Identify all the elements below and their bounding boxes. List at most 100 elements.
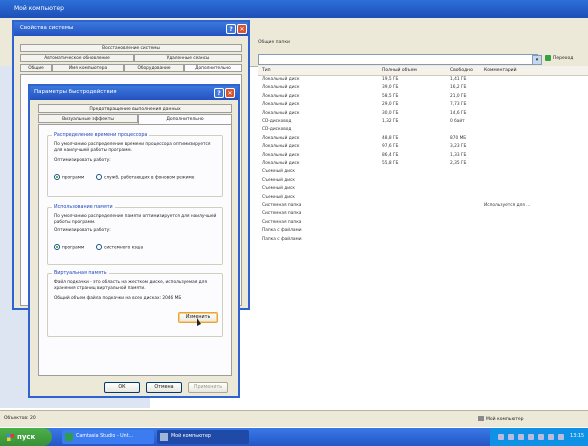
- table-row[interactable]: Локальный диск 48,8 ГБ 870 МБ: [258, 135, 588, 143]
- radio-selected-icon: [54, 244, 60, 250]
- table-cell-type: Папка с файлами: [262, 228, 302, 234]
- table-row[interactable]: Съемный диск: [258, 168, 588, 176]
- table-cell-total: 48,8 ГБ: [382, 135, 399, 141]
- tab-data-execution-prevention[interactable]: Предотвращение выполнения данных: [38, 104, 232, 113]
- toolbar-shared-folders-button[interactable]: Общие папки: [258, 40, 290, 45]
- tab-visual-effects[interactable]: Визуальные эффекты: [38, 114, 138, 123]
- go-arrow-icon: [545, 54, 551, 61]
- cpu-radio-background-services[interactable]: служб, работающих в фоновом режиме: [96, 174, 194, 182]
- table-row[interactable]: Локальный диск 86,4 ГБ 1,33 ГБ: [258, 152, 588, 160]
- column-free[interactable]: Свободно: [450, 66, 473, 75]
- address-dropdown-button[interactable]: ▾: [532, 55, 542, 65]
- table-row[interactable]: Локальный диск 19,5 ГБ 1,41 ГБ: [258, 76, 588, 84]
- tray-icon[interactable]: [538, 434, 544, 440]
- memory-radio-programs-label: программ: [62, 245, 85, 251]
- table-cell-type: Съемный диск: [262, 194, 296, 200]
- table-row[interactable]: CD-дисковод: [258, 126, 588, 134]
- table-cell-type: Съемный диск: [262, 186, 296, 192]
- tab-remote-sessions[interactable]: Удаленные сеансы: [134, 54, 242, 62]
- close-button[interactable]: ✕: [225, 88, 235, 98]
- table-cell-total: 97,6 ГБ: [382, 144, 399, 150]
- cancel-button[interactable]: Отмена: [146, 382, 182, 393]
- tray-icon[interactable]: [548, 434, 554, 440]
- cpu-optimize-label: Оптимизировать работу:: [54, 158, 111, 163]
- memory-radio-system-cache[interactable]: системного кэша: [96, 244, 143, 252]
- address-input[interactable]: [258, 54, 538, 65]
- table-cell-free: 7,73 ГБ: [450, 102, 467, 108]
- explorer-title: Мой компьютер: [14, 5, 64, 12]
- cpu-radio-programs-label: программ: [62, 175, 85, 181]
- cpu-radio-programs[interactable]: программ: [54, 174, 84, 182]
- table-cell-free: 3,23 ГБ: [450, 144, 467, 150]
- table-cell-type: Системная папка: [262, 219, 302, 225]
- cpu-radio-services-label: служб, работающих в фоновом режиме: [104, 175, 195, 181]
- table-cell-free: 16,2 ГБ: [450, 85, 467, 91]
- table-row[interactable]: CD-дисковод 1,32 ГБ 0 байт: [258, 118, 588, 126]
- table-row[interactable]: Съемный диск: [258, 185, 588, 193]
- mouse-cursor-icon: [197, 318, 201, 326]
- goto-button[interactable]: Переход: [545, 54, 581, 63]
- column-type[interactable]: Тип: [262, 66, 271, 75]
- memory-group-title: Использование памяти: [52, 204, 115, 211]
- table-cell-type: Папка с файлами: [262, 236, 302, 242]
- table-cell-total: 30,0 ГБ: [382, 110, 399, 116]
- table-row[interactable]: Локальный диск 55,8 ГБ 2,35 ГБ: [258, 160, 588, 168]
- radio-selected-icon: [54, 174, 60, 180]
- tray-icon[interactable]: [518, 434, 524, 440]
- tab-computer-name[interactable]: Имя компьютера: [52, 64, 124, 72]
- table-cell-free: 0 байт: [450, 119, 465, 124]
- radio-icon: [96, 174, 102, 180]
- windows-logo-icon: [7, 433, 14, 441]
- table-row[interactable]: Системная папка Используется для ...: [258, 202, 588, 210]
- ok-button[interactable]: ОК: [104, 382, 140, 393]
- clock[interactable]: 13:15: [570, 428, 584, 446]
- table-row[interactable]: Съемный диск: [258, 177, 588, 185]
- tab-general[interactable]: Общие: [20, 64, 52, 72]
- table-row[interactable]: Локальный диск 30,0 ГБ 14,6 ГБ: [258, 110, 588, 118]
- paging-file-total: Общий объем файла подкачки на всех диска…: [54, 296, 182, 301]
- table-cell-total: 86,4 ГБ: [382, 152, 399, 158]
- table-row[interactable]: Съемный диск: [258, 194, 588, 202]
- table-cell-free: 2,35 ГБ: [450, 161, 467, 166]
- table-row[interactable]: Системная папка: [258, 210, 588, 218]
- tray-icon[interactable]: [498, 434, 504, 440]
- help-button[interactable]: ?: [214, 88, 224, 98]
- tray-icon[interactable]: [558, 434, 564, 440]
- table-cell-type: Локальный диск: [262, 110, 300, 116]
- memory-radio-cache-label: системного кэша: [104, 245, 144, 251]
- table-row[interactable]: Локальный диск 58,5 ГБ 21,0 ГБ: [258, 93, 588, 101]
- table-row[interactable]: Локальный диск 97,6 ГБ 3,23 ГБ: [258, 143, 588, 151]
- start-button[interactable]: пуск: [0, 428, 52, 446]
- tab-system-restore[interactable]: Восстановление системы: [20, 44, 242, 52]
- close-button[interactable]: ✕: [237, 24, 247, 34]
- help-button[interactable]: ?: [226, 24, 236, 34]
- tray-icon[interactable]: [528, 434, 534, 440]
- column-total[interactable]: Полный объем: [382, 66, 417, 75]
- virtual-memory-group-title: Виртуальная память: [52, 270, 109, 277]
- tray-icon[interactable]: [508, 434, 514, 440]
- tab-automatic-updates[interactable]: Автоматическое обновление: [20, 54, 134, 62]
- table-row[interactable]: Папка с файлами: [258, 236, 588, 244]
- table-row[interactable]: Папка с файлами: [258, 227, 588, 235]
- table-cell-type: Системная папка: [262, 203, 302, 208]
- apply-button[interactable]: Применить: [188, 382, 228, 393]
- table-cell-free: 1,33 ГБ: [450, 152, 467, 158]
- column-comment[interactable]: Комментарий: [484, 66, 517, 75]
- performance-options-title: Параметры быстродействия: [34, 89, 117, 95]
- performance-options-body: Распределение времени процессора По умол…: [38, 124, 232, 376]
- status-object-count: Объектов: 20: [4, 416, 36, 421]
- memory-group-text: По умолчанию распределение памяти оптими…: [54, 214, 217, 225]
- table-cell-type: Локальный диск: [262, 85, 300, 91]
- table-cell-type: Локальный диск: [262, 161, 300, 166]
- status-location: Мой компьютер: [478, 416, 524, 422]
- table-row[interactable]: Локальный диск 29,0 ГБ 7,73 ГБ: [258, 101, 588, 109]
- table-cell-total: 39,0 ГБ: [382, 85, 399, 91]
- taskbar-item-camtasia[interactable]: Camtasia Studio - Unt...: [62, 430, 154, 444]
- memory-radio-programs[interactable]: программ: [54, 244, 84, 252]
- performance-options-dialog: Параметры быстродействия ? ✕ Предотвраще…: [28, 84, 240, 398]
- taskbar-item-my-computer[interactable]: Мой компьютер: [157, 430, 249, 444]
- table-row[interactable]: Системная папка: [258, 219, 588, 227]
- table-row[interactable]: Локальный диск 39,0 ГБ 16,2 ГБ: [258, 84, 588, 92]
- tab-hardware[interactable]: Оборудование: [124, 64, 184, 72]
- tab-advanced[interactable]: Дополнительно: [184, 64, 242, 72]
